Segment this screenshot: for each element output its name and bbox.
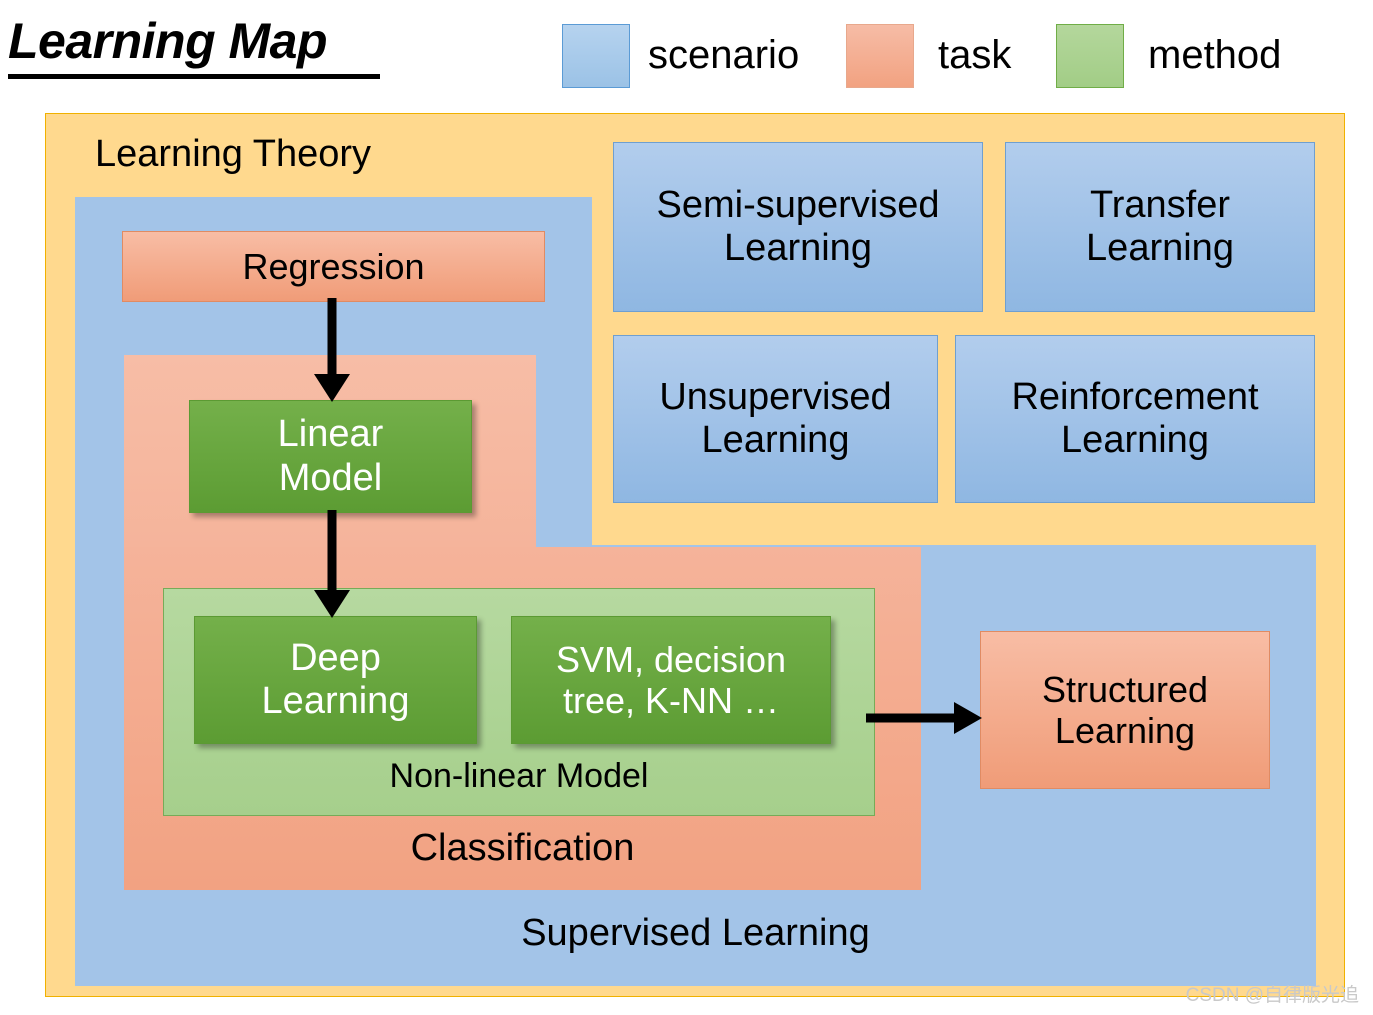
legend-swatch-task [846, 24, 914, 88]
legend-label-task: task [938, 33, 1012, 77]
label-classification: Classification [410, 827, 635, 869]
node-reinforcement-learning[interactable]: Reinforcement Learning [955, 335, 1315, 503]
arrow-linear-model-to-deep-learning [314, 510, 350, 618]
node-svm-decision-tree-knn[interactable]: SVM, decision tree, K-NN … [511, 616, 831, 744]
title-underline [8, 74, 380, 79]
page-title: Learning Map [8, 13, 328, 69]
node-structured-learning[interactable]: Structured Learning [980, 631, 1270, 789]
label-learning-theory: Learning Theory [95, 133, 372, 175]
node-deep-learning[interactable]: Deep Learning [194, 616, 477, 744]
arrow-regression-to-linear-model [314, 298, 350, 402]
arrow-non-linear-to-structured-learning [866, 702, 982, 734]
node-semi-supervised-learning[interactable]: Semi-supervised Learning [613, 142, 983, 312]
label-supervised-learning: Supervised Learning [521, 912, 870, 954]
label-non-linear-model: Non-linear Model [389, 757, 649, 795]
learning-map-diagram: Learning Map scenario task method Learni… [0, 0, 1373, 1015]
legend-label-method: method [1148, 33, 1282, 77]
legend-swatch-scenario [562, 24, 630, 88]
legend-label-scenario: scenario [648, 33, 800, 77]
node-linear-model[interactable]: Linear Model [189, 400, 472, 513]
legend-swatch-method [1056, 24, 1124, 88]
watermark: CSDN @自律版光追 [1185, 985, 1359, 1006]
node-unsupervised-learning[interactable]: Unsupervised Learning [613, 335, 938, 503]
node-transfer-learning[interactable]: Transfer Learning [1005, 142, 1315, 312]
node-regression[interactable]: Regression [122, 231, 545, 302]
